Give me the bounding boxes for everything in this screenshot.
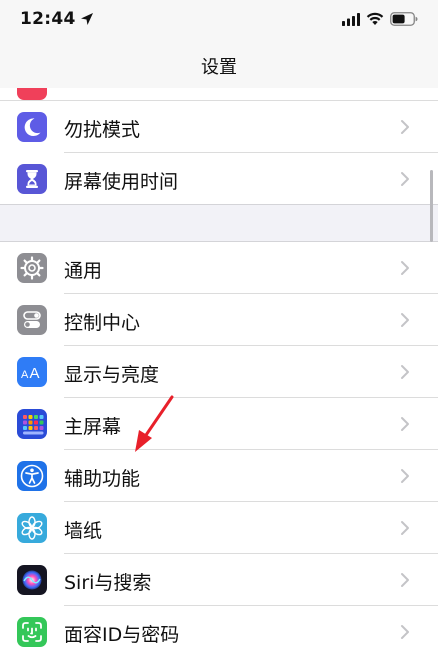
cellular-signal-icon	[342, 13, 360, 26]
status-bar: 12:44	[0, 0, 438, 44]
settings-item-face-id-passcode[interactable]: 面容ID与密码	[0, 606, 438, 658]
settings-item-siri-search[interactable]: Siri与搜索	[0, 554, 438, 606]
settings-item-label: 显示与亮度	[64, 364, 160, 386]
chevron-right-icon	[401, 313, 409, 327]
svg-text:A: A	[30, 365, 40, 382]
chevron-right-icon	[401, 365, 409, 379]
chevron-right-icon	[401, 521, 409, 535]
chevron-right-icon	[401, 261, 409, 275]
chevron-right-icon	[401, 172, 409, 186]
flower-icon	[17, 513, 47, 543]
chevron-right-icon	[401, 469, 409, 483]
hourglass-icon	[17, 164, 47, 194]
chevron-right-icon	[401, 417, 409, 431]
svg-text:A: A	[21, 369, 29, 381]
group-divider	[0, 204, 438, 205]
settings-item-label: 屏幕使用时间	[64, 171, 179, 193]
list-item-partial[interactable]	[0, 88, 438, 101]
settings-item-home-screen[interactable]: 主屏幕	[0, 398, 438, 450]
gear-icon	[17, 253, 47, 283]
page-title: 设置	[201, 57, 237, 78]
chevron-right-icon	[401, 573, 409, 587]
app-grid-icon	[17, 409, 47, 439]
notification-icon	[17, 88, 47, 100]
settings-group-focus: 勿扰模式 屏幕使用时间	[0, 101, 438, 204]
moon-icon	[17, 112, 47, 142]
settings-item-label: 墙纸	[64, 520, 103, 542]
settings-item-wallpaper[interactable]: 墙纸	[0, 502, 438, 554]
settings-group-general: 通用 控制中心 A A 显示与亮度 主屏幕 辅助功能 墙纸 Siri与搜索 面容…	[0, 242, 438, 670]
accessibility-person-icon	[17, 461, 47, 491]
settings-item-general[interactable]: 通用	[0, 242, 438, 294]
face-id-icon	[17, 617, 47, 647]
settings-item-label: 控制中心	[64, 312, 141, 334]
navigation-bar: 设置	[0, 44, 438, 88]
settings-item-label: Siri与搜索	[64, 572, 152, 594]
siri-orb-icon	[17, 565, 47, 595]
settings-item-accessibility[interactable]: 辅助功能	[0, 450, 438, 502]
toggles-icon	[17, 305, 47, 335]
chevron-right-icon	[401, 625, 409, 639]
settings-item-control-center[interactable]: 控制中心	[0, 294, 438, 346]
settings-item-label: 主屏幕	[64, 416, 122, 438]
settings-item-label: 勿扰模式	[64, 119, 141, 141]
battery-icon	[390, 12, 418, 26]
settings-item-display-brightness[interactable]: A A 显示与亮度	[0, 346, 438, 398]
settings-item-label: 辅助功能	[64, 468, 141, 490]
text-size-icon: A A	[17, 357, 47, 387]
wifi-icon	[366, 12, 384, 25]
settings-item-do-not-disturb[interactable]: 勿扰模式	[0, 101, 438, 153]
settings-item-label: 通用	[64, 260, 103, 282]
settings-item-screen-time[interactable]: 屏幕使用时间	[0, 153, 438, 205]
scroll-indicator[interactable]	[430, 170, 433, 242]
settings-item-label: 面容ID与密码	[64, 624, 180, 646]
location-arrow-icon	[81, 13, 93, 25]
status-time: 12:44	[20, 9, 76, 29]
chevron-right-icon	[401, 120, 409, 134]
